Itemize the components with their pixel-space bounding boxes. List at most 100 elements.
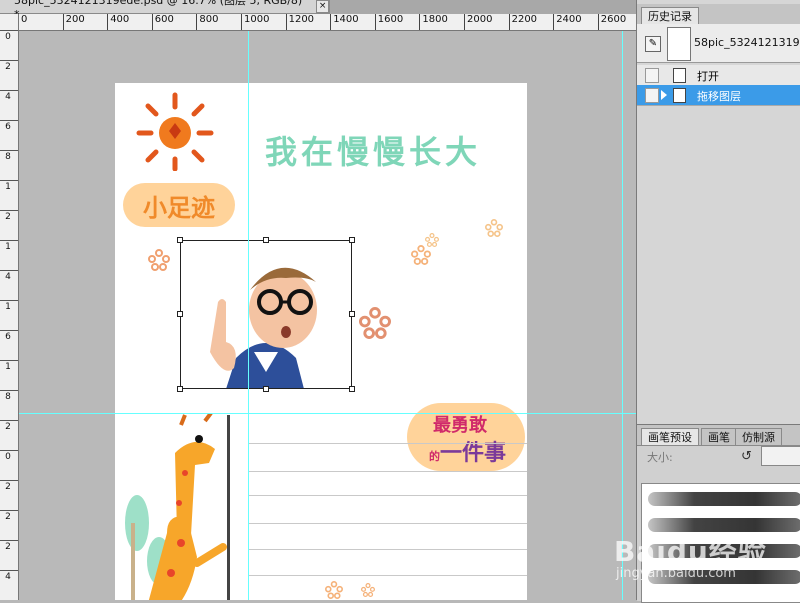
transform-handle-top[interactable] [263, 237, 269, 243]
transform-handle-left[interactable] [177, 311, 183, 317]
snapshot-name: 58pic_5324121319ede [694, 36, 800, 49]
ruler-tick [0, 570, 18, 571]
ruler-tick-label: 1800 [422, 14, 448, 25]
ruler-tick [0, 30, 18, 31]
ruler-tick [0, 120, 18, 121]
history-step-open[interactable]: 打开 [637, 65, 800, 86]
canvas-area[interactable]: 我在慢慢长大 小足迹 最勇敢 的一件事 [19, 31, 636, 600]
ruler-tick [0, 60, 18, 61]
ruler-tick-label: 6 [5, 332, 11, 342]
flower-decoration [425, 233, 439, 247]
ruler-tick [0, 330, 18, 331]
history-state-arrow-icon [661, 90, 667, 100]
ruler-tick: 2200 [508, 14, 537, 30]
vertical-guide[interactable] [248, 31, 249, 600]
transform-handle-bottom-right[interactable] [349, 386, 355, 392]
writing-line [249, 549, 527, 550]
flower-decoration [485, 219, 503, 237]
ruler-tick-label: 2 [5, 542, 11, 552]
right-panel-dock: 历史记录 ✎ 58pic_5324121319ede 打开 拖移图层 画笔预设 … [636, 0, 800, 603]
ruler-tick-label: 8 [5, 152, 11, 162]
ruler-tick-label: 1000 [244, 14, 270, 25]
ruler-tick-label: 2 [5, 62, 11, 72]
giraffe-illustration [125, 413, 227, 600]
ruler-tick-label: 0 [21, 14, 28, 25]
history-source-checkbox[interactable] [645, 68, 659, 83]
tab-history[interactable]: 历史记录 [641, 7, 699, 24]
horizontal-ruler[interactable]: 0 200 400 600 800 1000 1200 1400 1600 1800 2000 220… [18, 14, 636, 31]
document-page[interactable]: 我在慢慢长大 小足迹 最勇敢 的一件事 [115, 83, 527, 600]
tab-clone-source[interactable]: 仿制源 [735, 428, 782, 445]
history-snapshot[interactable]: ✎ 58pic_5324121319ede [637, 24, 800, 63]
ruler-tick-label: 2000 [467, 14, 493, 25]
little-footprints-badge: 小足迹 [123, 183, 235, 227]
horizontal-guide[interactable] [19, 413, 636, 414]
ruler-tick-label: 1200 [288, 14, 315, 25]
transform-handle-bottom-left[interactable] [177, 386, 183, 392]
vertical-ruler[interactable]: 0 2 4 6 8 1 2 1 4 1 6 1 8 2 0 2 2 2 4 [0, 14, 19, 600]
ruler-tick: 400 [107, 14, 129, 30]
ruler-tick [0, 90, 18, 91]
writing-line [249, 575, 527, 576]
ruler-tick [0, 420, 18, 421]
ruler-tick-label: 1 [5, 242, 11, 252]
ruler-tick: 600 [151, 14, 174, 30]
ruler-tick: 2600 [597, 14, 626, 30]
vertical-guide[interactable] [622, 31, 623, 600]
ruler-tick: 800 [196, 14, 218, 30]
brush-size-label: 大小: [647, 451, 673, 464]
transform-handle-top-right[interactable] [349, 237, 355, 243]
writing-line [249, 523, 527, 524]
ruler-tick-label: 0 [5, 452, 11, 462]
history-step-icon [673, 88, 686, 103]
ruler-tick-label: 2 [5, 422, 11, 432]
ruler-tick-label: 200 [65, 14, 85, 25]
flower-decoration [359, 307, 391, 339]
ruler-tick [0, 540, 18, 541]
transform-handle-top-left[interactable] [177, 237, 183, 243]
sun-illustration [136, 92, 214, 171]
document-tab[interactable]: 58pic_5324121319ede.psd @ 16.7% (图层 5, R… [0, 0, 330, 21]
snapshot-thumbnail [667, 27, 691, 61]
ruler-tick-label: 600 [154, 14, 174, 25]
history-step-label: 打开 [697, 70, 719, 83]
ruler-tick: 2000 [464, 14, 492, 30]
ruler-tick [0, 510, 18, 511]
history-step-move-layer[interactable]: 拖移图层 [637, 85, 800, 106]
ruler-tick-label: 2 [5, 212, 11, 222]
history-brush-icon[interactable]: ✎ [645, 36, 661, 52]
close-tab-icon[interactable]: × [316, 0, 329, 13]
cloud-caption-line2: 的一件事 [429, 435, 506, 467]
transform-bounding-box[interactable] [180, 240, 352, 389]
ruler-tick-label: 1 [5, 362, 11, 372]
writing-line [249, 471, 527, 472]
ruler-tick-label: 800 [199, 14, 219, 25]
transform-handle-right[interactable] [349, 311, 355, 317]
ruler-tick [0, 360, 18, 361]
ruler-tick-label: 8 [5, 392, 11, 402]
flower-decoration [148, 249, 170, 271]
reset-icon[interactable]: ↺ [741, 449, 752, 464]
transform-handle-bottom[interactable] [263, 386, 269, 392]
cloud-caption-small: 的 [429, 450, 440, 463]
ruler-tick [0, 180, 18, 181]
ruler-tick-label: 1 [5, 302, 11, 312]
ruler-tick: 200 [62, 14, 85, 30]
ruler-tick-label: 2 [5, 512, 11, 522]
ruler-tick [0, 270, 18, 271]
brush-size-field[interactable] [761, 446, 800, 466]
tab-brush-presets[interactable]: 画笔预设 [641, 428, 699, 445]
cloud-caption-line1: 最勇敢 [433, 415, 487, 436]
baidu-watermark-url: jingyan.baidu.com [616, 566, 736, 581]
ruler-tick [0, 450, 18, 451]
history-source-checkbox[interactable] [645, 88, 659, 103]
ruler-tick [0, 150, 18, 151]
history-step-label: 拖移图层 [697, 90, 741, 103]
ruler-tick-label: 0 [5, 32, 11, 42]
tab-brush[interactable]: 画笔 [701, 428, 737, 445]
history-step-icon [673, 68, 686, 83]
brush-preset-item[interactable] [648, 492, 800, 506]
tab-strip [330, 0, 636, 15]
history-panel-tabs: 历史记录 [637, 4, 800, 25]
ruler-tick-label: 2200 [511, 14, 538, 25]
